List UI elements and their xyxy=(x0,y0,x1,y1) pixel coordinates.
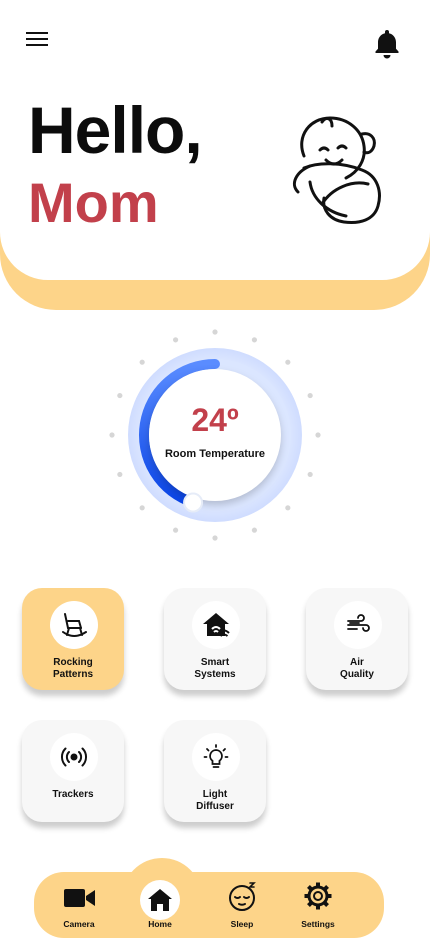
dial-tick xyxy=(139,359,145,365)
dial-tick xyxy=(117,392,123,399)
nav-home[interactable]: Home xyxy=(130,876,190,936)
tile-label: Light Diffuser xyxy=(196,789,234,812)
tile-icon-circle xyxy=(50,601,98,649)
tile-label: Rocking Patterns xyxy=(52,657,93,680)
tile-icon-circle xyxy=(192,601,240,649)
dial-tick xyxy=(251,527,258,533)
gear-icon xyxy=(304,882,332,910)
greeting-hello: Hello, xyxy=(28,93,203,167)
menu-button[interactable] xyxy=(22,26,54,54)
tile-label: Smart Systems xyxy=(194,657,236,680)
tile-smart-systems[interactable]: Smart Systems xyxy=(164,588,266,690)
home-active-circle xyxy=(140,880,180,920)
tile-air-quality[interactable]: Air Quality xyxy=(306,588,408,690)
smart-home-icon xyxy=(203,613,230,637)
baby-illustration xyxy=(282,108,386,228)
dial-tick xyxy=(109,432,115,438)
rocking-chair-icon xyxy=(62,613,87,637)
dial-tick xyxy=(251,337,258,343)
wind-icon xyxy=(347,614,370,632)
nav-camera[interactable]: Camera xyxy=(49,876,109,936)
tile-icon-circle xyxy=(192,733,240,781)
dial-tick xyxy=(307,471,313,478)
hamburger-menu-icon xyxy=(26,32,48,46)
tile-icon-circle xyxy=(50,733,98,781)
notification-button[interactable] xyxy=(370,26,404,60)
dial-tick xyxy=(139,505,145,511)
tile-label: Trackers xyxy=(52,789,94,800)
home-icon xyxy=(148,889,172,911)
dial-tick xyxy=(212,329,218,335)
light-bulb-icon xyxy=(203,744,229,768)
nav-label: Settings xyxy=(301,919,335,929)
bell-icon xyxy=(375,30,399,59)
tile-icon-circle xyxy=(334,601,382,649)
dial-tick xyxy=(172,527,179,533)
greeting-name: Mom xyxy=(28,171,159,234)
dial-knob[interactable] xyxy=(183,492,204,513)
tile-rocking-patterns[interactable]: Rocking Patterns xyxy=(22,588,124,690)
nav-sleep[interactable]: Sleep xyxy=(212,876,272,936)
nav-settings[interactable]: Settings xyxy=(288,876,348,936)
dial-tick xyxy=(285,505,291,511)
dial-tick xyxy=(307,392,313,399)
tile-trackers[interactable]: Trackers xyxy=(22,720,124,822)
nav-label: Sleep xyxy=(230,919,254,929)
tile-light-diffuser[interactable]: Light Diffuser xyxy=(164,720,266,822)
temperature-label: Room Temperature xyxy=(164,448,266,460)
nav-label: Camera xyxy=(63,919,95,929)
nav-label: Home xyxy=(148,919,172,929)
signal-tracker-icon xyxy=(61,747,87,767)
dial-tick xyxy=(315,432,321,438)
tile-label: Air Quality xyxy=(340,657,374,680)
dial-tick xyxy=(212,535,218,541)
dial-tick xyxy=(117,471,123,478)
dial-tick xyxy=(285,359,291,365)
temperature-value: 24º xyxy=(191,402,239,438)
dial-tick xyxy=(172,337,179,343)
sleeping-face-icon xyxy=(229,882,256,911)
video-camera-icon xyxy=(64,889,95,907)
bottom-nav: Camera Home Sleep Settings xyxy=(34,872,384,938)
